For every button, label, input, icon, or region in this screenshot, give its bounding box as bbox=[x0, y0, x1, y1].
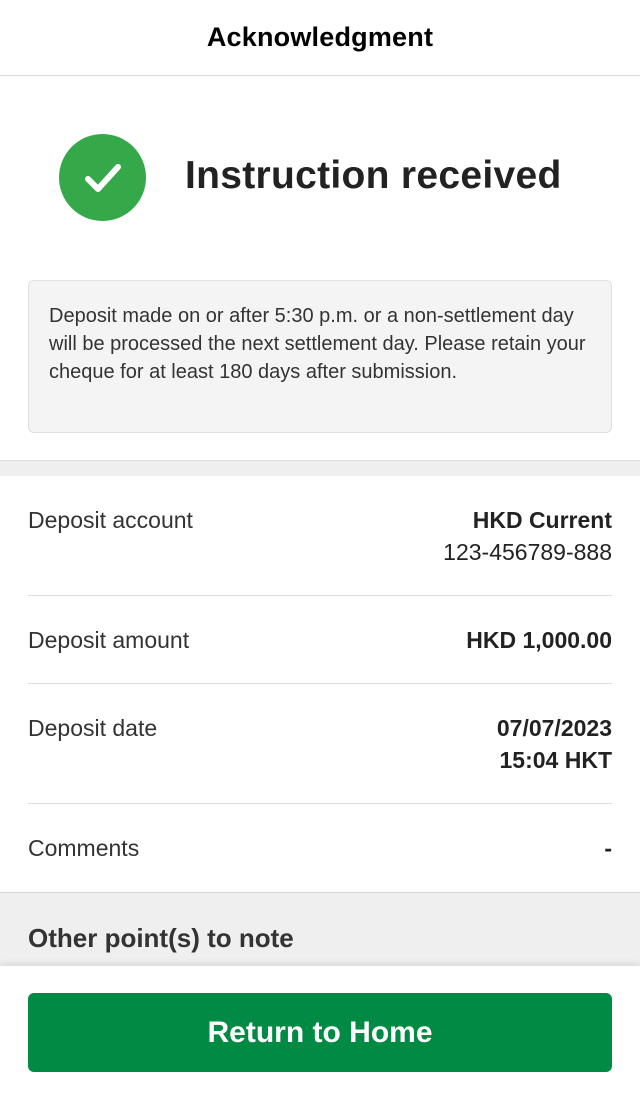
detail-label: Comments bbox=[28, 835, 140, 861]
status-section: Instruction received bbox=[0, 76, 640, 280]
status-message: Instruction received bbox=[185, 154, 562, 197]
page-title: Acknowledgment bbox=[206, 22, 434, 52]
detail-row-amount: Deposit amount HKD 1,000.00 bbox=[28, 596, 612, 684]
detail-value: - bbox=[604, 832, 612, 864]
detail-label: Deposit date bbox=[28, 715, 158, 741]
return-home-button[interactable]: Return to Home bbox=[28, 993, 612, 1072]
account-type: HKD Current bbox=[472, 507, 612, 533]
deposit-details: Deposit account HKD Current 123-456789-8… bbox=[28, 476, 612, 893]
deposit-date: 07/07/2023 bbox=[496, 715, 612, 741]
top-bar: Acknowledgment bbox=[0, 0, 640, 76]
detail-value: 07/07/2023 15:04 HKT bbox=[497, 712, 612, 776]
checkmark-icon bbox=[84, 163, 121, 192]
other-points-title: Other point(s) to note bbox=[28, 923, 294, 953]
comments-value: - bbox=[604, 835, 612, 861]
detail-row-comments: Comments - bbox=[28, 804, 612, 893]
detail-label: Deposit amount bbox=[28, 627, 190, 653]
check-circle-icon bbox=[59, 134, 146, 221]
notice-text: Deposit made on or after 5:30 p.m. or a … bbox=[49, 305, 586, 383]
detail-row-date: Deposit date 07/07/2023 15:04 HKT bbox=[28, 684, 612, 804]
other-points-section: Other point(s) to note bbox=[0, 892, 640, 966]
detail-value: HKD Current 123-456789-888 bbox=[443, 504, 612, 568]
section-divider bbox=[0, 460, 640, 476]
footer-bar: Return to Home bbox=[0, 966, 640, 1100]
detail-row-account: Deposit account HKD Current 123-456789-8… bbox=[28, 476, 612, 596]
detail-value: HKD 1,000.00 bbox=[466, 624, 612, 656]
deposit-time: 15:04 HKT bbox=[499, 747, 612, 773]
detail-label: Deposit account bbox=[28, 507, 193, 533]
deposit-amount: HKD 1,000.00 bbox=[466, 627, 612, 653]
notice-box: Deposit made on or after 5:30 p.m. or a … bbox=[28, 280, 612, 433]
account-number: 123-456789-888 bbox=[443, 539, 612, 565]
